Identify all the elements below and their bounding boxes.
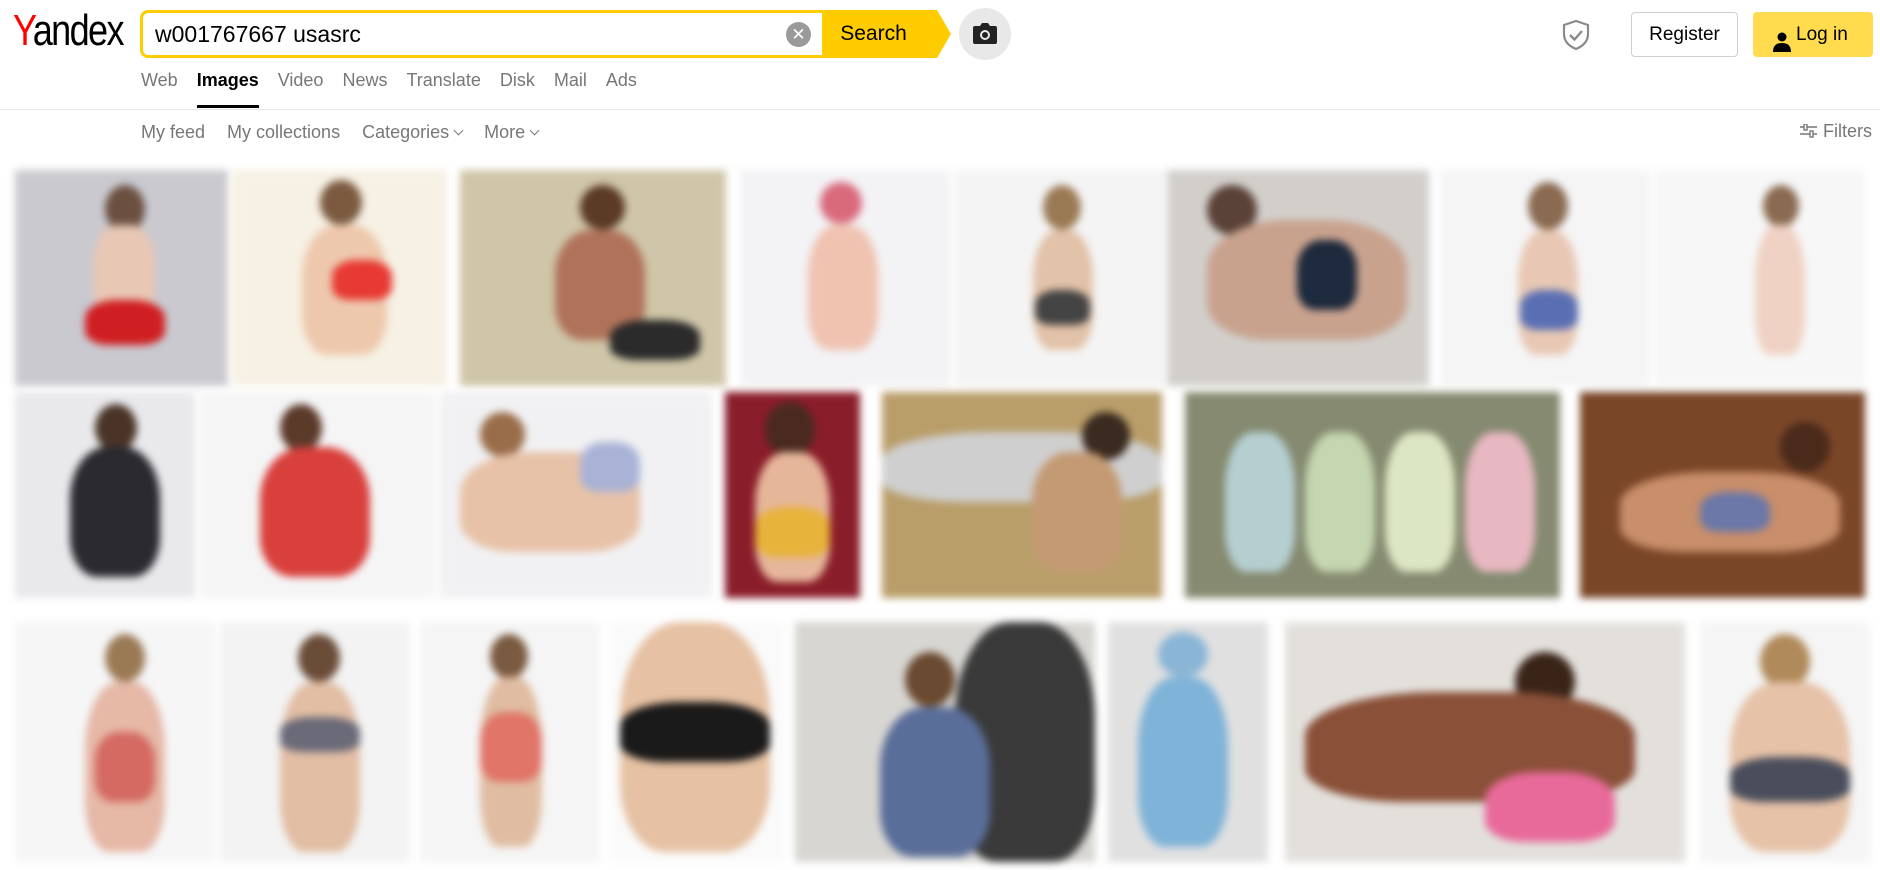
- image-thumbnail[interactable]: [1185, 392, 1560, 598]
- login-label: Log in: [1796, 24, 1848, 45]
- my-collections-link[interactable]: My collections: [227, 122, 340, 143]
- tab-mail[interactable]: Mail: [554, 70, 587, 108]
- tab-disk[interactable]: Disk: [500, 70, 535, 108]
- image-thumbnail[interactable]: [1285, 622, 1685, 862]
- tab-images[interactable]: Images: [196, 70, 259, 108]
- image-thumbnail[interactable]: [1440, 170, 1650, 386]
- image-thumbnail[interactable]: [725, 392, 860, 598]
- image-thumbnail[interactable]: [1655, 170, 1865, 386]
- search-bar: ✕ Search: [140, 10, 951, 58]
- my-feed-link[interactable]: My feed: [141, 122, 205, 143]
- image-thumbnail[interactable]: [882, 392, 1162, 598]
- images-subnav: My feed My collections Categories More: [141, 122, 560, 143]
- register-button[interactable]: Register: [1631, 12, 1738, 57]
- search-input[interactable]: [155, 19, 775, 49]
- image-thumbnail[interactable]: [420, 622, 600, 862]
- image-thumbnail[interactable]: [220, 622, 410, 862]
- user-icon: [1773, 24, 1791, 69]
- header: Yandex ✕ Search Register Log in We: [0, 0, 1880, 110]
- image-thumbnail[interactable]: [1108, 622, 1268, 862]
- image-thumbnail[interactable]: [15, 622, 215, 862]
- tab-translate[interactable]: Translate: [406, 70, 480, 108]
- tab-video[interactable]: Video: [278, 70, 324, 108]
- chevron-down-icon: [453, 125, 464, 136]
- categories-dropdown[interactable]: Categories: [362, 122, 464, 143]
- image-thumbnail[interactable]: [1700, 622, 1870, 862]
- image-thumbnail[interactable]: [440, 392, 712, 598]
- services-nav: Web Images Video News Translate Disk Mai…: [141, 70, 656, 108]
- image-thumbnail[interactable]: [795, 622, 1095, 862]
- yandex-logo[interactable]: Yandex: [13, 6, 125, 56]
- search-box: ✕: [140, 10, 822, 58]
- image-thumbnail[interactable]: [1167, 170, 1429, 386]
- tab-web[interactable]: Web: [141, 70, 178, 108]
- shield-icon[interactable]: [1561, 19, 1591, 56]
- image-thumbnail[interactable]: [955, 170, 1165, 386]
- image-thumbnail[interactable]: [15, 170, 228, 386]
- image-thumbnail[interactable]: [200, 392, 435, 598]
- tab-ads[interactable]: Ads: [606, 70, 637, 108]
- sliders-icon: [1800, 124, 1817, 138]
- image-thumbnail[interactable]: [1580, 392, 1865, 598]
- search-button[interactable]: Search: [822, 10, 951, 58]
- image-thumbnail[interactable]: [232, 170, 447, 386]
- image-results-grid: [0, 160, 1880, 870]
- image-thumbnail[interactable]: [740, 170, 950, 386]
- camera-icon[interactable]: [959, 8, 1011, 60]
- clear-search-icon[interactable]: ✕: [786, 22, 811, 47]
- tab-news[interactable]: News: [342, 70, 387, 108]
- chevron-down-icon: [529, 125, 540, 136]
- image-thumbnail[interactable]: [460, 170, 726, 386]
- image-thumbnail[interactable]: [15, 392, 195, 598]
- login-button[interactable]: Log in: [1753, 12, 1873, 57]
- more-dropdown[interactable]: More: [484, 122, 540, 143]
- filters-button[interactable]: Filters: [1800, 121, 1872, 142]
- image-thumbnail[interactable]: [610, 622, 785, 862]
